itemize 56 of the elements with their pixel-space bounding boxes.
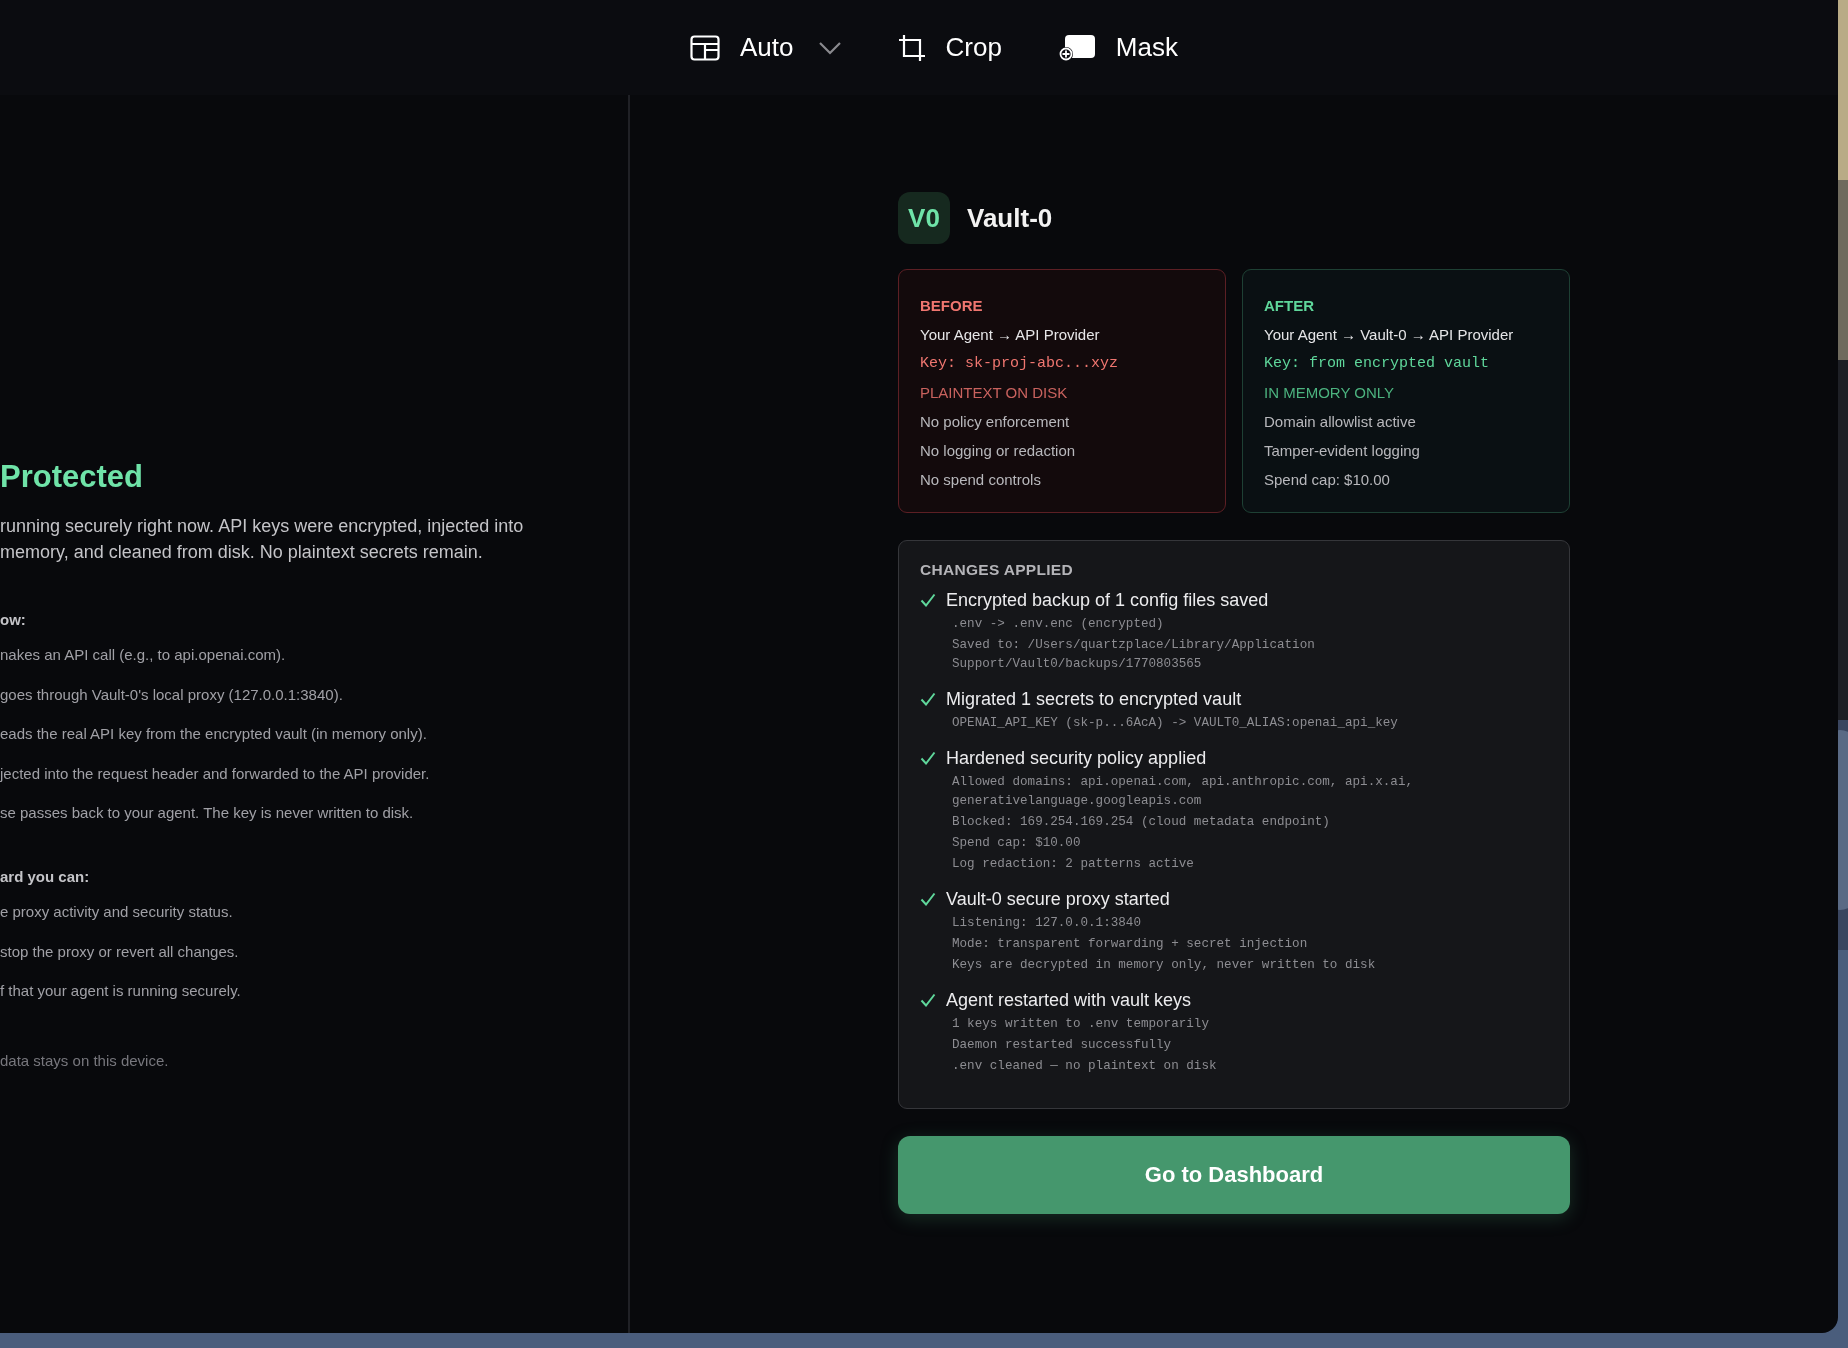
crop-icon [897,33,926,62]
change-detail: .env cleaned — no plaintext on disk [952,1058,1218,1075]
crop-button[interactable]: Crop [897,32,1002,63]
intro-text: memory, and cleaned from disk. No plaintext secrets remain. [0,541,484,564]
change-title: Agent restarted with vault keys [946,989,1193,1012]
dashboard-button[interactable]: Go to Dashboard [898,1136,1570,1214]
list-item-text: goes through Vault-0's local proxy (127.0.0.1:3840). [0,684,344,704]
point-text: Tamper-evident logging [1264,441,1421,461]
change-detail: Mode: transparent forwarding + secret injection [952,936,1309,953]
app-logo: V0 [898,192,950,244]
route-text: Your Agent → Vault-0 → API Provider [1264,325,1515,345]
layout-mode-button[interactable]: Auto [690,32,842,63]
storage-label: IN MEMORY ONLY [1264,383,1396,403]
change-title: Hardened security policy applied [946,747,1208,770]
list-item-text: se passes back to your agent. The key is never written to disk. [0,803,415,822]
point-text: Spend cap: $10.00 [1264,470,1391,490]
section-heading: ow: [0,611,27,628]
list-item-text: e proxy activity and security status. [0,902,234,921]
point-text: No policy enforcement [920,412,1071,432]
key-text: Key: from encrypted vault [1264,354,1491,374]
list-item-text: nakes an API call (e.g., to api.openai.com). [0,645,287,664]
section-heading: ard you can: [0,868,91,885]
card-heading: BEFORE [920,296,984,316]
change-detail: Blocked: 169.254.169.254 (cloud metadata endpoint) [952,814,1331,831]
layout-icon [690,34,720,61]
status-title: Protected [0,459,144,495]
change-detail: Listening: 127.0.0.1:3840 [952,915,1142,932]
footer-note: data stays on this device. [0,1052,170,1069]
change-title: Migrated 1 secrets to encrypted vault [946,688,1243,711]
change-detail: Spend cap: $10.00 [952,835,1082,852]
point-text: No spend controls [920,470,1042,490]
list-item-text: stop the proxy or revert all changes. [0,941,240,961]
route-text: Your Agent → API Provider [920,325,1101,345]
change-detail: Saved to: /Users/quartzplace/Library/Application Support/Vault0/backups/1770803565 [952,637,1316,673]
change-title: Encrypted backup of 1 config files saved [946,589,1270,612]
list-item-text: jected into the request header and forwarded to the API provider. [0,763,431,783]
point-text: Domain allowlist active [1264,412,1417,432]
change-detail: Log redaction: 2 patterns active [952,856,1195,873]
list-item-text: eads the real API key from the encrypted vault (in memory only). [0,724,428,743]
change-detail: .env -> .env.enc (encrypted) [952,616,1165,633]
change-detail: OPENAI_API_KEY (sk-p...6AcA) -> VAULT0_ALIAS:openai_api_key [952,715,1399,732]
list-item-text: f that your agent is running securely. [0,981,242,1000]
storage-label: PLAINTEXT ON DISK [920,383,1069,403]
section-heading: CHANGES APPLIED [920,561,1074,579]
change-detail: 1 keys written to .env temporarily [952,1016,1210,1033]
card-heading: AFTER [1264,296,1315,316]
app-name: Vault-0 [967,202,1053,234]
change-detail: Allowed domains: api.openai.com, api.anthropic.com, api.x.ai, generativelanguage.googleapis.com [952,774,1414,810]
intro-text: running securely right now. API keys were encrypted, injected into [0,515,525,538]
change-detail: Keys are decrypted in memory only, never written to disk [952,957,1377,974]
point-text: No logging or redaction [920,441,1077,461]
mask-button[interactable]: Mask [1057,32,1178,63]
mask-icon [1057,33,1096,62]
change-title: Vault-0 secure proxy started [946,888,1171,911]
key-text: Key: sk-proj-abc...xyz [920,354,1120,374]
change-detail: Daemon restarted successfully [952,1037,1173,1054]
